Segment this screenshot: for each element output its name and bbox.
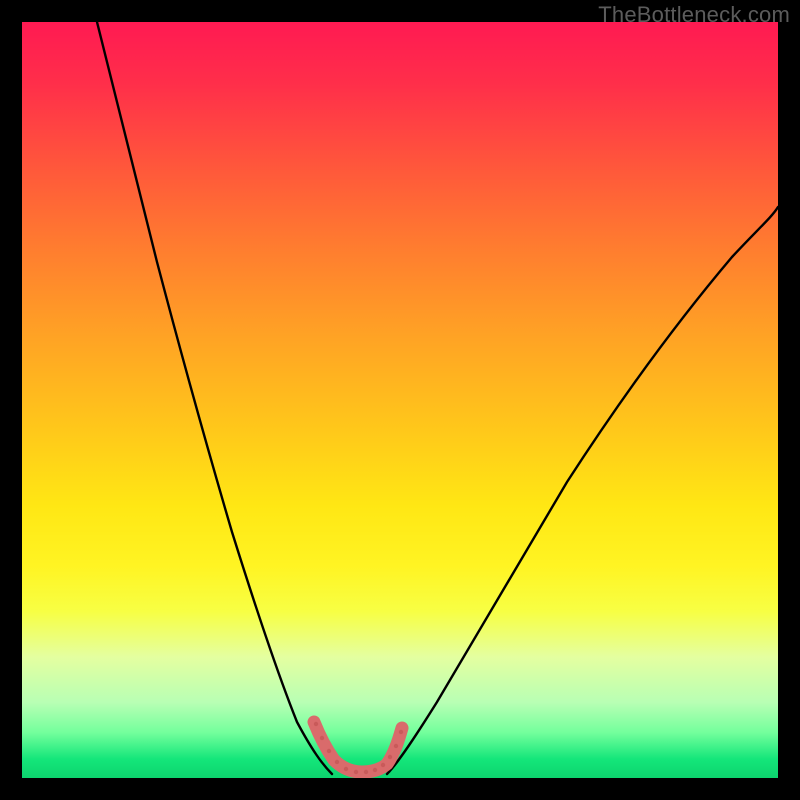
left-curve — [97, 22, 332, 774]
bottom-marker — [314, 722, 402, 772]
outer-frame: TheBottleneck.com — [0, 0, 800, 800]
plot-area — [22, 22, 778, 778]
right-curve — [387, 207, 778, 774]
curves-svg — [22, 22, 778, 778]
